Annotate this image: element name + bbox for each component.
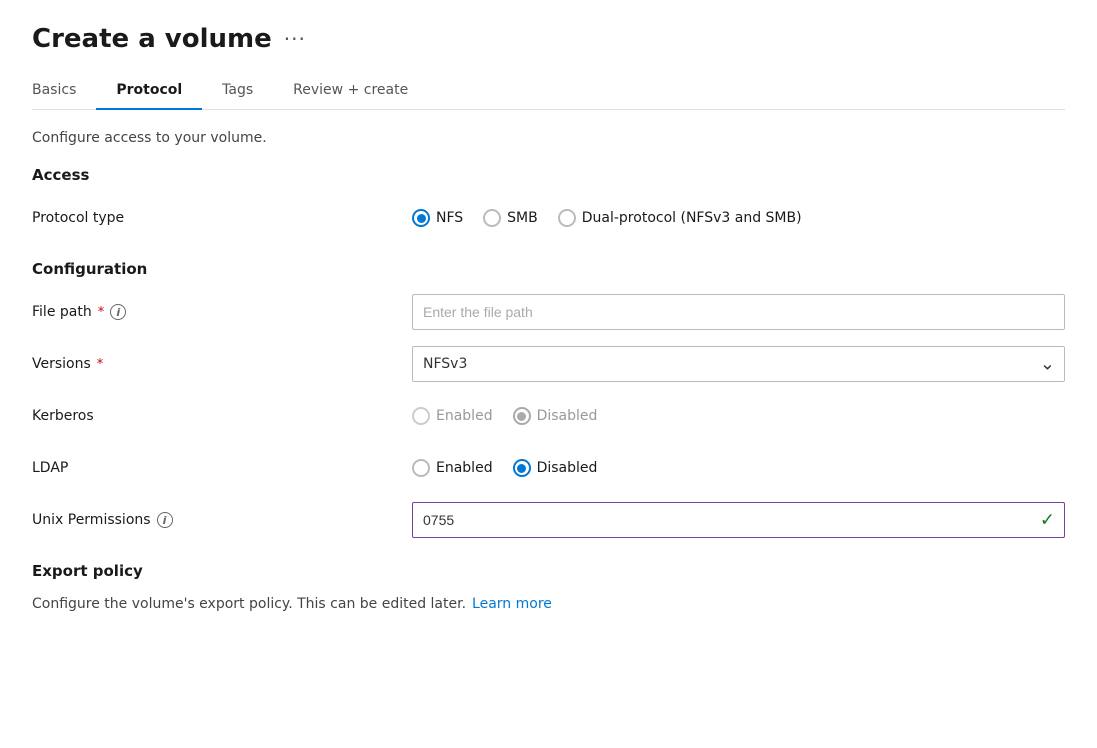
export-policy-section: Export policy Configure the volume's exp… — [32, 562, 1065, 612]
kerberos-radio-group: Enabled Disabled — [412, 407, 1065, 425]
radio-dual-label: Dual-protocol (NFSv3 and SMB) — [582, 210, 802, 226]
kerberos-enabled-radio[interactable] — [412, 407, 430, 425]
radio-nfs-label: NFS — [436, 210, 463, 226]
tab-tags[interactable]: Tags — [202, 74, 273, 110]
export-policy-description: Configure the volume's export policy. Th… — [32, 596, 466, 612]
file-path-control — [412, 294, 1065, 330]
page-title-row: Create a volume ··· — [32, 24, 1065, 54]
radio-option-nfs[interactable]: NFS — [412, 209, 463, 227]
radio-smb-label: SMB — [507, 210, 538, 226]
config-heading: Configuration — [32, 260, 1065, 278]
kerberos-enabled-option[interactable]: Enabled — [412, 407, 493, 425]
ldap-control: Enabled Disabled — [412, 459, 1065, 477]
protocol-type-label: Protocol type — [32, 210, 412, 226]
ldap-disabled-label: Disabled — [537, 460, 598, 476]
kerberos-label: Kerberos — [32, 408, 412, 424]
radio-option-smb[interactable]: SMB — [483, 209, 538, 227]
radio-smb[interactable] — [483, 209, 501, 227]
unix-permissions-label: Unix Permissions i — [32, 512, 412, 528]
config-section: Configuration File path * i Versions * N… — [32, 260, 1065, 538]
unix-permissions-row: Unix Permissions i ✓ — [32, 502, 1065, 538]
unix-valid-checkmark-icon: ✓ — [1040, 510, 1055, 531]
ldap-enabled-radio[interactable] — [412, 459, 430, 477]
unix-permissions-control: ✓ — [412, 502, 1065, 538]
file-path-row: File path * i — [32, 294, 1065, 330]
page-title: Create a volume — [32, 24, 272, 54]
ldap-row: LDAP Enabled Disabled — [32, 450, 1065, 486]
versions-row: Versions * NFSv3 ⌄ — [32, 346, 1065, 382]
protocol-radio-group: NFS SMB Dual-protocol (NFSv3 and SMB) — [412, 209, 1065, 227]
file-path-label: File path * i — [32, 304, 412, 320]
kerberos-disabled-option[interactable]: Disabled — [513, 407, 598, 425]
ldap-radio-group: Enabled Disabled — [412, 459, 1065, 477]
tab-review-create[interactable]: Review + create — [273, 74, 428, 110]
export-policy-heading: Export policy — [32, 562, 1065, 580]
learn-more-link[interactable]: Learn more — [472, 596, 552, 612]
kerberos-disabled-label: Disabled — [537, 408, 598, 424]
tab-protocol[interactable]: Protocol — [96, 74, 202, 110]
radio-option-dual[interactable]: Dual-protocol (NFSv3 and SMB) — [558, 209, 802, 227]
file-path-input[interactable] — [412, 294, 1065, 330]
unix-permissions-input[interactable] — [412, 502, 1065, 538]
file-path-required: * — [98, 305, 105, 320]
access-heading: Access — [32, 166, 1065, 184]
file-path-info-icon[interactable]: i — [110, 304, 126, 320]
versions-select[interactable]: NFSv3 — [412, 346, 1065, 382]
radio-dual[interactable] — [558, 209, 576, 227]
versions-label: Versions * — [32, 356, 412, 372]
export-policy-description-row: Configure the volume's export policy. Th… — [32, 596, 1065, 612]
tab-bar: Basics Protocol Tags Review + create — [32, 74, 1065, 110]
versions-select-wrapper: NFSv3 ⌄ — [412, 346, 1065, 382]
unix-permissions-info-icon[interactable]: i — [157, 512, 173, 528]
unix-input-wrapper: ✓ — [412, 502, 1065, 538]
ldap-enabled-option[interactable]: Enabled — [412, 459, 493, 477]
kerberos-row: Kerberos Enabled Disabled — [32, 398, 1065, 434]
ldap-label: LDAP — [32, 460, 412, 476]
versions-control: NFSv3 ⌄ — [412, 346, 1065, 382]
radio-nfs[interactable] — [412, 209, 430, 227]
kerberos-disabled-radio[interactable] — [513, 407, 531, 425]
more-options-icon[interactable]: ··· — [284, 27, 306, 51]
tab-basics[interactable]: Basics — [32, 74, 96, 110]
access-section: Access Protocol type NFS SMB Dual — [32, 166, 1065, 236]
kerberos-enabled-label: Enabled — [436, 408, 493, 424]
protocol-type-control: NFS SMB Dual-protocol (NFSv3 and SMB) — [412, 209, 1065, 227]
page-subtitle: Configure access to your volume. — [32, 130, 1065, 146]
ldap-disabled-radio[interactable] — [513, 459, 531, 477]
versions-required: * — [97, 357, 104, 372]
protocol-type-row: Protocol type NFS SMB Dual-protocol (NFS… — [32, 200, 1065, 236]
ldap-disabled-option[interactable]: Disabled — [513, 459, 598, 477]
ldap-enabled-label: Enabled — [436, 460, 493, 476]
kerberos-control: Enabled Disabled — [412, 407, 1065, 425]
